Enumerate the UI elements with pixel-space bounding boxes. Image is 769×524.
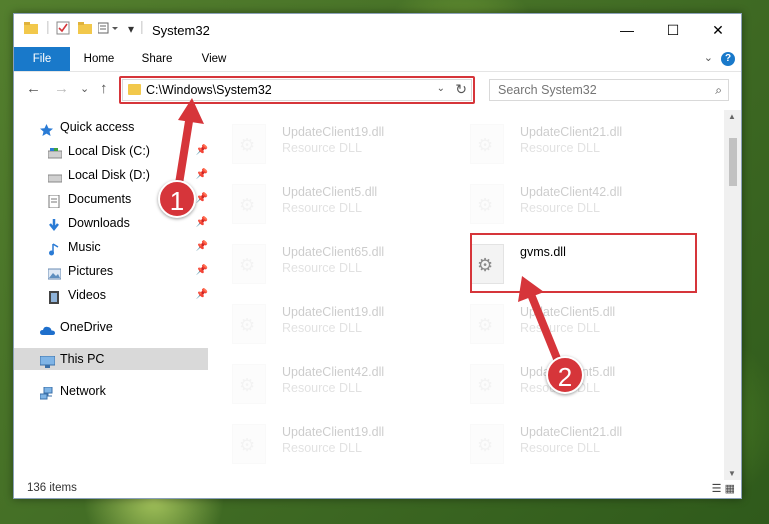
callout-step-2: 2	[546, 356, 584, 394]
arrow-2	[526, 288, 564, 370]
annotation-arrows	[174, 98, 564, 370]
callout-step-1: 1	[158, 180, 196, 218]
arrow-1-head	[178, 98, 204, 124]
arrow-1	[174, 111, 194, 194]
